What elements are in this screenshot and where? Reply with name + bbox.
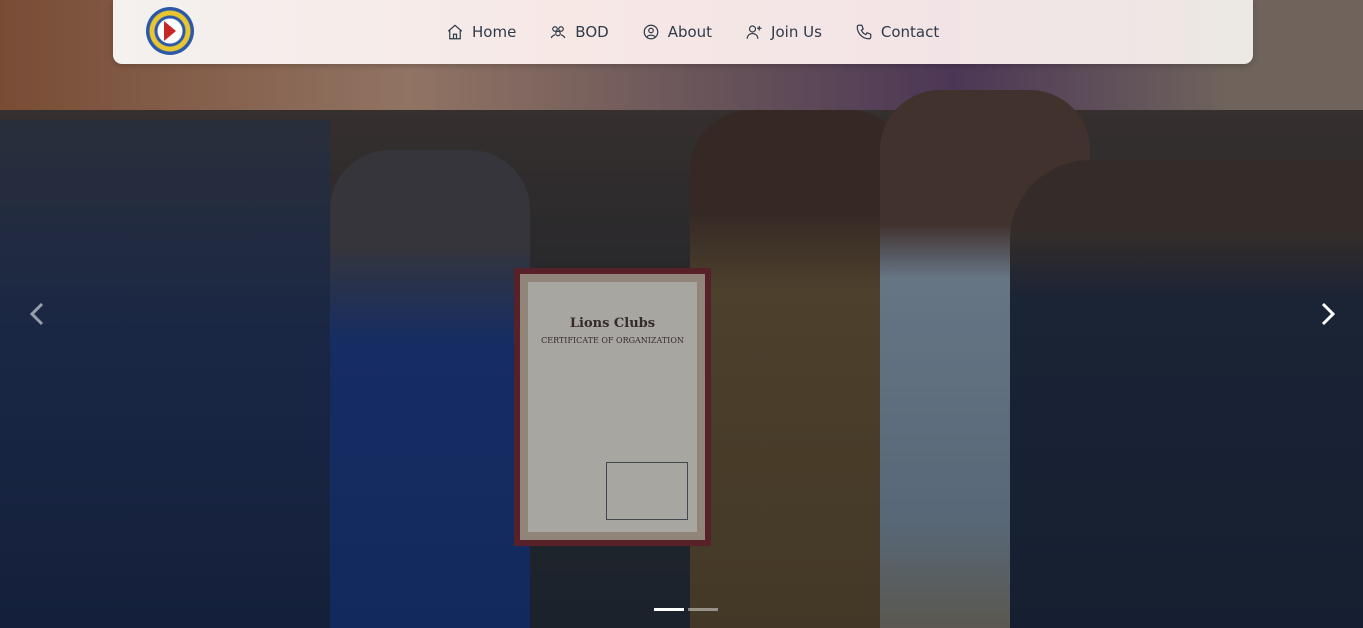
nav-item-home[interactable]: Home <box>446 23 516 41</box>
nav-item-label: About <box>667 23 713 41</box>
carousel-prev-button[interactable] <box>26 300 50 328</box>
nav-item-label: Join Us <box>771 23 822 41</box>
user-plus-icon <box>746 25 762 39</box>
flag-icon <box>164 21 176 41</box>
nav-item-bod[interactable]: BOD <box>549 23 609 41</box>
chevron-right-icon <box>1321 302 1336 326</box>
home-icon <box>447 24 463 40</box>
chevron-left-icon <box>29 302 44 326</box>
phone-icon <box>856 24 872 40</box>
logo[interactable] <box>146 7 194 55</box>
nav-item-label: Home <box>472 23 517 41</box>
carousel-indicator-1[interactable] <box>654 608 684 611</box>
nav-menu: Home BOD About Join Us Contact <box>446 0 972 64</box>
nav-item-contact[interactable]: Contact <box>855 23 939 41</box>
navbar: Home BOD About Join Us Contact <box>113 0 1253 64</box>
user-circle-icon <box>643 24 659 40</box>
dark-overlay <box>0 0 1363 628</box>
nav-item-about[interactable]: About <box>642 23 712 41</box>
carousel-indicator-2[interactable] <box>688 608 718 611</box>
carousel-next-button[interactable] <box>1315 300 1339 328</box>
nav-item-join-us[interactable]: Join Us <box>745 23 822 41</box>
nav-item-label: Contact <box>880 23 940 41</box>
hero-carousel: Lions Clubs CERTIFICATE OF ORGANIZATION <box>0 0 1363 628</box>
nav-item-label: BOD <box>575 23 609 41</box>
group-icon <box>550 26 566 39</box>
carousel-indicators <box>654 608 718 611</box>
